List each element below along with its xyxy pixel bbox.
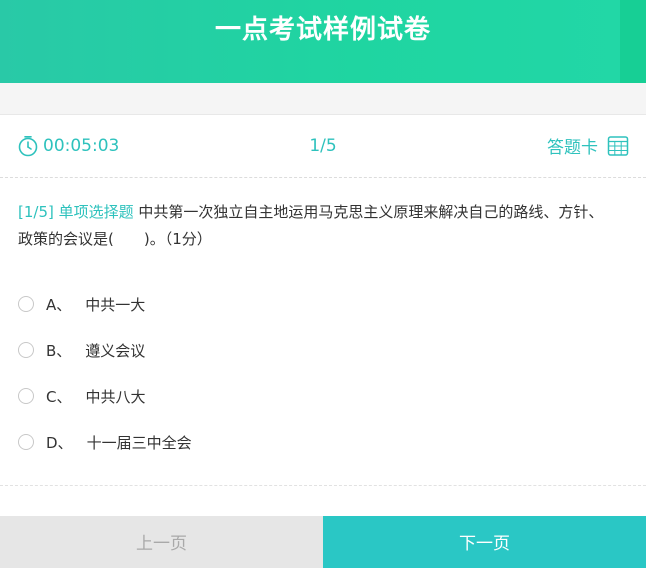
exam-info-bar: 00:05:03 1/5 答题卡: [0, 115, 646, 178]
exam-page: 一点考试样例试卷 00:05:03 1/5 答题卡 [1/5] 单项选择题 中共…: [0, 0, 646, 568]
option-letter: A、: [46, 295, 72, 314]
option-letter: B、: [46, 341, 72, 360]
grid-card-icon: [607, 135, 629, 156]
option-text: 中共一大: [85, 295, 146, 314]
option-text: 遵义会议: [85, 341, 146, 360]
page-title: 一点考试样例试卷: [214, 15, 431, 45]
option-letter: D、: [46, 433, 73, 452]
radio-button[interactable]: [18, 342, 34, 358]
option-letter: C、: [46, 387, 72, 406]
question-type-tag: [1/5] 单项选择题: [18, 203, 134, 221]
radio-button[interactable]: [18, 434, 34, 450]
radio-button[interactable]: [18, 388, 34, 404]
option-c[interactable]: C、 中共八大: [18, 373, 628, 419]
answer-options: A、 中共一大 B、 遵义会议 C、 中共八大 D、 十一届三中全会: [18, 281, 628, 465]
answer-card-label: 答题卡: [547, 138, 598, 158]
option-a[interactable]: A、 中共一大: [18, 281, 628, 327]
option-b[interactable]: B、 遵义会议: [18, 327, 628, 373]
content-divider: [0, 485, 646, 486]
answer-card-button[interactable]: 答题卡: [547, 133, 629, 158]
header-bar: 一点考试样例试卷: [0, 0, 646, 83]
option-text: 中共八大: [85, 387, 146, 406]
radio-button[interactable]: [18, 296, 34, 312]
question-stem: [1/5] 单项选择题 中共第一次独立自主地运用马克思主义原理来解决自己的路线、…: [18, 199, 618, 253]
option-text: 十一届三中全会: [86, 433, 192, 452]
option-d[interactable]: D、 十一届三中全会: [18, 419, 628, 465]
next-page-button[interactable]: 下一页: [323, 516, 646, 568]
spacer-band: [0, 83, 646, 115]
prev-page-button[interactable]: 上一页: [0, 516, 323, 568]
